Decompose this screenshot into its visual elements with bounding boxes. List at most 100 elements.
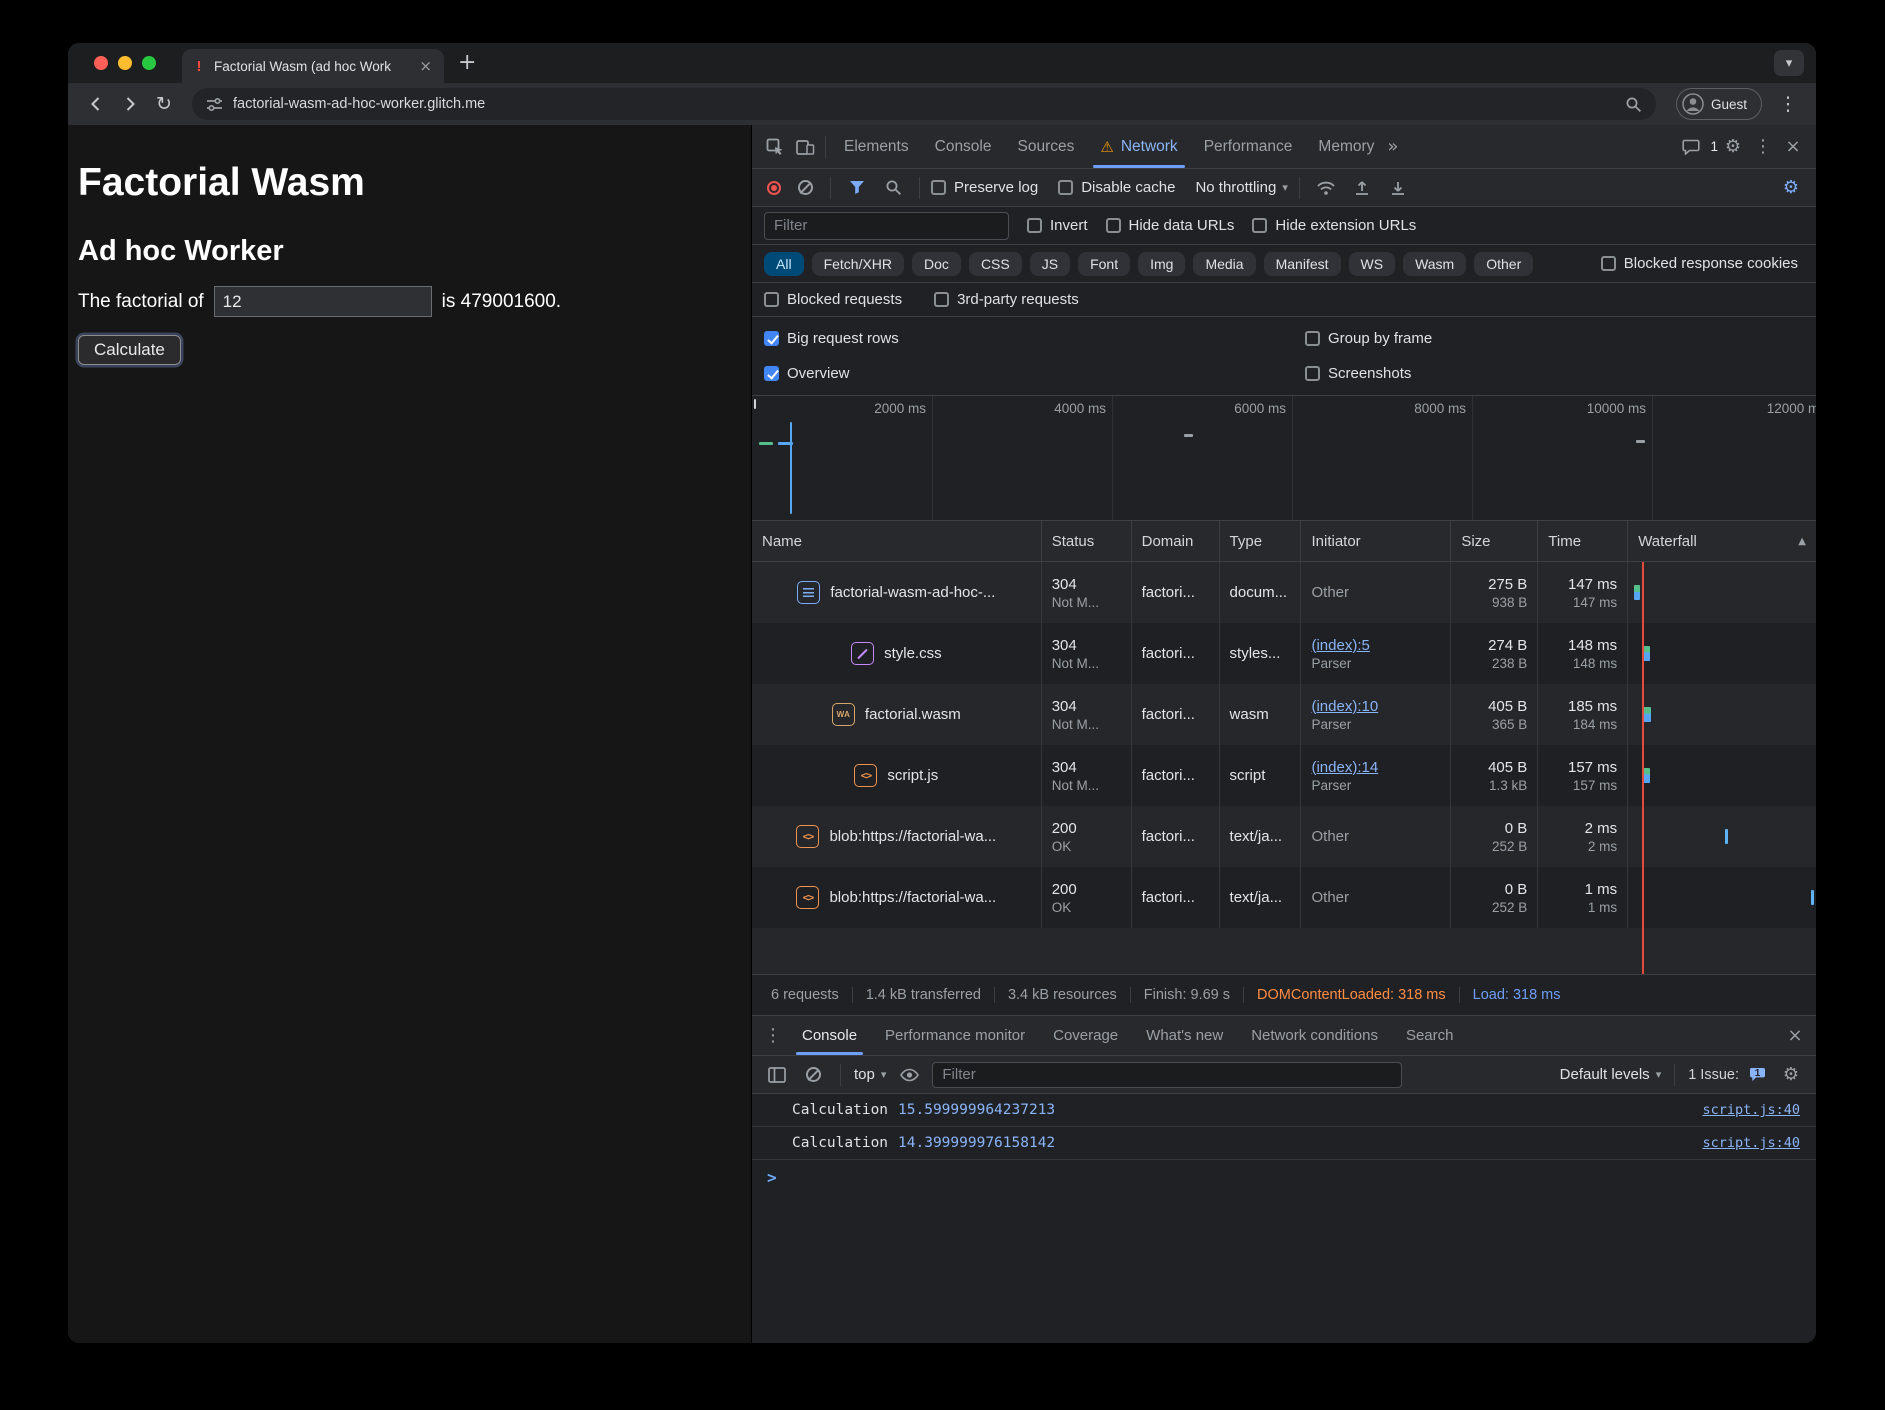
network-conditions-icon[interactable]: [1311, 173, 1341, 203]
network-overview-timeline[interactable]: 2000 ms 4000 ms 6000 ms 8000 ms 10000 ms…: [752, 396, 1816, 521]
issues-label[interactable]: 1 Issue:: [1688, 1067, 1739, 1083]
console-filter-input[interactable]: [932, 1062, 1402, 1088]
more-tabs-icon[interactable]: »: [1387, 138, 1398, 156]
drawer-menu-icon[interactable]: ⋮: [758, 1021, 788, 1051]
issues-counter-button[interactable]: 1: [1749, 1067, 1766, 1082]
zoom-icon[interactable]: [1625, 96, 1642, 113]
factorial-input[interactable]: [214, 286, 432, 317]
blocked-requests-checkbox[interactable]: Blocked requests: [764, 291, 902, 308]
context-selector[interactable]: top ▾: [854, 1066, 886, 1083]
group-by-frame-checkbox[interactable]: Group by frame: [1305, 330, 1804, 347]
tab-console[interactable]: Console: [922, 125, 1005, 168]
drawer-tab-whats-new[interactable]: What's new: [1132, 1016, 1237, 1055]
blocked-response-cookies-checkbox[interactable]: Blocked response cookies: [1601, 255, 1798, 272]
chip-ws[interactable]: WS: [1349, 252, 1396, 276]
drawer-tab-console[interactable]: Console: [788, 1016, 871, 1055]
network-filter-input[interactable]: [764, 212, 1009, 240]
chip-doc[interactable]: Doc: [912, 252, 961, 276]
column-name[interactable]: Name: [752, 521, 1042, 561]
overview-checkbox[interactable]: Overview: [764, 365, 1305, 382]
console-source-link[interactable]: script.js:40: [1702, 1102, 1800, 1118]
drawer-tab-search[interactable]: Search: [1392, 1016, 1468, 1055]
back-button[interactable]: [80, 88, 112, 120]
tab-network[interactable]: ⚠ Network: [1087, 125, 1190, 168]
tab-elements[interactable]: Elements: [831, 125, 922, 168]
device-toolbar-button[interactable]: [790, 132, 820, 162]
chip-wasm[interactable]: Wasm: [1403, 252, 1466, 276]
tab-search-chevron-icon[interactable]: ▾: [1774, 50, 1804, 76]
tab-memory[interactable]: Memory: [1305, 125, 1387, 168]
close-window-button[interactable]: [94, 56, 108, 70]
tab-performance[interactable]: Performance: [1191, 125, 1306, 168]
log-levels-dropdown[interactable]: Default levels ▾: [1560, 1066, 1662, 1083]
close-devtools-icon[interactable]: ×: [1778, 132, 1808, 162]
devtools-menu-icon[interactable]: ⋮: [1748, 132, 1778, 162]
tab-sources[interactable]: Sources: [1005, 125, 1088, 168]
overview-handle[interactable]: [754, 399, 756, 409]
chip-media[interactable]: Media: [1193, 252, 1255, 276]
column-type[interactable]: Type: [1220, 521, 1302, 561]
console-messages-button[interactable]: [1676, 132, 1706, 162]
drawer-tab-network-conditions[interactable]: Network conditions: [1237, 1016, 1392, 1055]
column-initiator[interactable]: Initiator: [1301, 521, 1451, 561]
console-sidebar-icon[interactable]: [762, 1060, 792, 1090]
request-row-wasm[interactable]: WAfactorial.wasm 304Not M... factori... …: [752, 684, 1816, 745]
console-settings-gear-icon[interactable]: ⚙: [1776, 1060, 1806, 1090]
forward-button[interactable]: [114, 88, 146, 120]
export-har-icon[interactable]: [1383, 173, 1413, 203]
hide-data-urls-checkbox[interactable]: Hide data URLs: [1106, 217, 1235, 234]
initiator-link[interactable]: (index):10: [1311, 697, 1440, 716]
maximize-window-button[interactable]: [142, 56, 156, 70]
request-row-document[interactable]: factorial-wasm-ad-hoc-... 304Not M... fa…: [752, 562, 1816, 623]
new-tab-button[interactable]: +: [458, 53, 476, 73]
filter-funnel-icon[interactable]: [842, 173, 872, 203]
chip-img[interactable]: Img: [1138, 252, 1185, 276]
chip-other[interactable]: Other: [1474, 252, 1533, 276]
import-har-icon[interactable]: [1347, 173, 1377, 203]
chip-manifest[interactable]: Manifest: [1264, 252, 1341, 276]
column-status[interactable]: Status: [1042, 521, 1132, 561]
address-bar[interactable]: factorial-wasm-ad-hoc-worker.glitch.me: [192, 88, 1656, 120]
third-party-requests-checkbox[interactable]: 3rd-party requests: [934, 291, 1079, 308]
calculate-button[interactable]: Calculate: [78, 335, 181, 365]
browser-tab[interactable]: ! Factorial Wasm (ad hoc Work ×: [182, 49, 444, 83]
clear-console-icon[interactable]: [806, 1067, 821, 1082]
initiator-link[interactable]: (index):5: [1311, 636, 1440, 655]
network-settings-gear-icon[interactable]: ⚙: [1776, 173, 1806, 203]
profile-button[interactable]: Guest: [1676, 88, 1762, 120]
tab-close-icon[interactable]: ×: [417, 57, 434, 75]
request-row-script[interactable]: <>script.js 304Not M... factori... scrip…: [752, 745, 1816, 806]
chip-js[interactable]: JS: [1030, 252, 1070, 276]
hide-extension-urls-checkbox[interactable]: Hide extension URLs: [1252, 217, 1416, 234]
minimize-window-button[interactable]: [118, 56, 132, 70]
disable-cache-checkbox[interactable]: Disable cache: [1058, 179, 1175, 196]
site-settings-icon[interactable]: [206, 96, 223, 113]
inspect-element-button[interactable]: [760, 132, 790, 162]
invert-checkbox[interactable]: Invert: [1027, 217, 1088, 234]
preserve-log-checkbox[interactable]: Preserve log: [931, 179, 1038, 196]
column-time[interactable]: Time: [1538, 521, 1628, 561]
chip-css[interactable]: CSS: [969, 252, 1022, 276]
record-button[interactable]: [767, 181, 781, 195]
initiator-link[interactable]: (index):14: [1311, 758, 1440, 777]
browser-menu-button[interactable]: ⋮: [1772, 88, 1804, 120]
console-source-link[interactable]: script.js:40: [1702, 1135, 1800, 1151]
big-request-rows-checkbox[interactable]: Big request rows: [764, 330, 1305, 347]
column-waterfall[interactable]: Waterfall ▲: [1628, 521, 1816, 561]
request-row-stylesheet[interactable]: style.css 304Not M... factori... styles.…: [752, 623, 1816, 684]
drawer-tab-performance-monitor[interactable]: Performance monitor: [871, 1016, 1039, 1055]
request-row-blob-1[interactable]: <>blob:https://factorial-wa... 200OK fac…: [752, 806, 1816, 867]
console-empty-area[interactable]: [752, 1194, 1816, 1343]
reload-button[interactable]: ↻: [148, 88, 180, 120]
screenshots-checkbox[interactable]: Screenshots: [1305, 365, 1804, 382]
throttling-dropdown[interactable]: No throttling ▾: [1195, 179, 1287, 196]
clear-network-log-icon[interactable]: [798, 180, 813, 195]
close-drawer-icon[interactable]: ×: [1780, 1021, 1810, 1051]
chip-fetch-xhr[interactable]: Fetch/XHR: [812, 252, 904, 276]
settings-gear-icon[interactable]: ⚙: [1718, 132, 1748, 162]
search-icon[interactable]: [878, 173, 908, 203]
chip-font[interactable]: Font: [1078, 252, 1130, 276]
console-prompt[interactable]: >: [752, 1160, 1816, 1194]
column-size[interactable]: Size: [1451, 521, 1538, 561]
live-expression-eye-icon[interactable]: [894, 1060, 924, 1090]
